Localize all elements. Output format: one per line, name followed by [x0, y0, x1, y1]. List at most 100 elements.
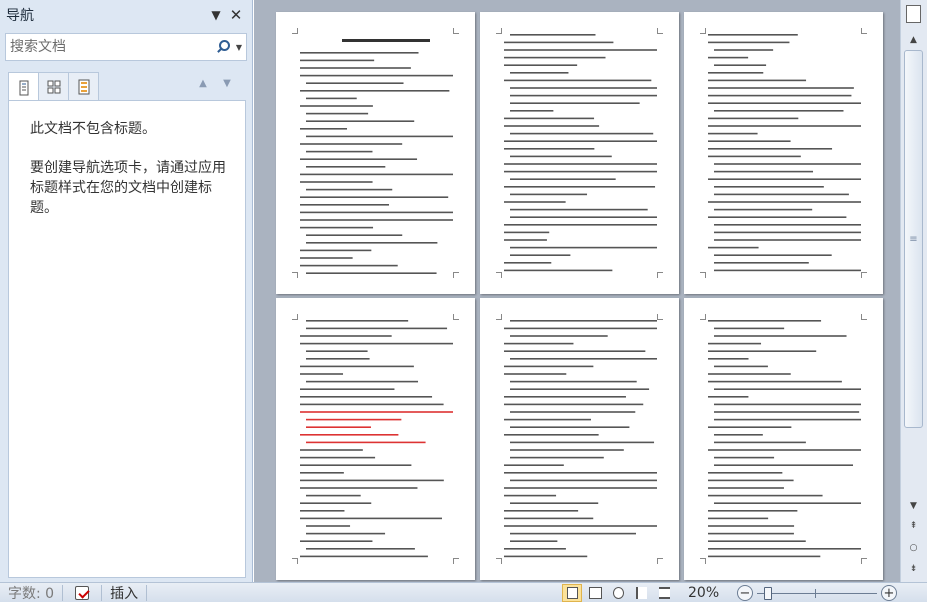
text-line [504, 373, 567, 375]
text-line [504, 262, 552, 264]
text-line [306, 426, 371, 428]
text-line [300, 249, 372, 252]
text-line [714, 110, 844, 112]
outline-icon [635, 587, 647, 599]
text-line [300, 434, 399, 436]
tab-headings[interactable] [8, 72, 39, 102]
text-line [300, 479, 444, 482]
text-line [510, 132, 654, 135]
document-page[interactable] [276, 298, 475, 580]
text-line [504, 64, 578, 66]
text-line [504, 525, 657, 527]
text-line [504, 49, 657, 51]
vertical-scrollbar[interactable]: ▲ ≡ ▼ ⇞ ○ ⇟ [900, 0, 927, 582]
zoom-in-button[interactable]: + [881, 585, 897, 601]
text-line [504, 224, 657, 226]
results-icon [78, 79, 89, 95]
text-line [708, 34, 798, 36]
scroll-thumb[interactable]: ≡ [904, 50, 923, 428]
proofing-icon [71, 585, 93, 601]
insert-mode[interactable]: 插入 [102, 583, 146, 602]
text-line [708, 373, 791, 375]
scroll-down-icon[interactable]: ▼ [904, 498, 923, 514]
text-line [510, 456, 604, 459]
text-line [300, 128, 348, 130]
text-line [300, 67, 411, 69]
text-line [306, 327, 448, 330]
text-line [708, 525, 795, 527]
zoom-level[interactable]: 20% [688, 583, 719, 602]
text-line [714, 388, 861, 390]
scroll-up-icon[interactable]: ▲ [904, 32, 923, 48]
text-line [300, 365, 414, 368]
print-layout-button[interactable] [562, 584, 582, 602]
status-bar: 字数: 0 插入 20% − + [0, 582, 927, 602]
text-line [708, 342, 762, 345]
text-line [510, 178, 616, 180]
document-page[interactable] [684, 298, 883, 580]
text-line [510, 87, 657, 89]
text-line [708, 479, 794, 482]
search-options-chevron-down-icon[interactable]: ▼ [232, 35, 246, 59]
text-line [708, 79, 807, 82]
text-line [504, 186, 656, 188]
text-line [504, 365, 594, 368]
search-input[interactable] [6, 35, 214, 59]
text-line [504, 117, 595, 120]
text-line [504, 472, 657, 474]
zoom-out-button[interactable]: − [737, 585, 753, 601]
text-line [306, 97, 357, 100]
tab-pages[interactable] [38, 72, 69, 101]
full-screen-reading-button[interactable] [585, 584, 605, 602]
next-page-icon[interactable]: ⇟ [904, 561, 923, 577]
text-line [300, 158, 418, 160]
text-line [510, 358, 657, 360]
text-line [714, 208, 813, 211]
proofing-status[interactable] [63, 583, 101, 602]
text-line [510, 320, 657, 322]
text-line [510, 380, 637, 383]
text-line [306, 272, 437, 274]
nav-tabs [8, 72, 99, 102]
text-line [300, 342, 453, 345]
text-line [306, 532, 386, 535]
text-line [708, 510, 798, 512]
document-page[interactable] [276, 12, 475, 294]
zoom-slider-center-mark [815, 589, 816, 598]
text-line [504, 140, 657, 142]
text-line [504, 555, 588, 558]
previous-result-icon[interactable]: ▲ [196, 76, 210, 90]
text-line [300, 257, 353, 259]
text-line [510, 72, 569, 74]
document-page[interactable] [480, 298, 679, 580]
previous-page-icon[interactable]: ⇞ [904, 518, 923, 534]
view-ruler-icon[interactable] [906, 5, 921, 23]
page-text-lines [504, 34, 657, 272]
tab-results[interactable] [68, 72, 99, 101]
search-icon[interactable] [214, 35, 232, 59]
text-line [306, 242, 438, 244]
text-line [714, 163, 861, 165]
document-area[interactable] [254, 0, 900, 582]
outline-button[interactable] [631, 584, 651, 602]
word-count[interactable]: 字数: 0 [0, 583, 62, 602]
draft-button[interactable] [654, 584, 674, 602]
text-line [510, 34, 596, 36]
nav-options-chevron-down-icon[interactable]: ▼ [206, 5, 226, 25]
text-line [504, 170, 657, 173]
next-result-icon[interactable]: ▼ [220, 76, 234, 90]
document-page[interactable] [684, 12, 883, 294]
text-line [708, 102, 861, 104]
web-layout-button[interactable] [608, 584, 628, 602]
text-line [714, 335, 847, 337]
nav-close-icon[interactable]: ✕ [226, 5, 246, 25]
document-page[interactable] [480, 12, 679, 294]
text-line [510, 94, 657, 97]
zoom-slider-track[interactable] [757, 593, 877, 594]
zoom-slider-thumb[interactable] [764, 587, 772, 600]
browse-object-icon[interactable]: ○ [904, 540, 923, 556]
text-line [306, 320, 409, 322]
text-line [714, 269, 861, 272]
text-line [300, 456, 376, 459]
text-line [708, 426, 792, 428]
